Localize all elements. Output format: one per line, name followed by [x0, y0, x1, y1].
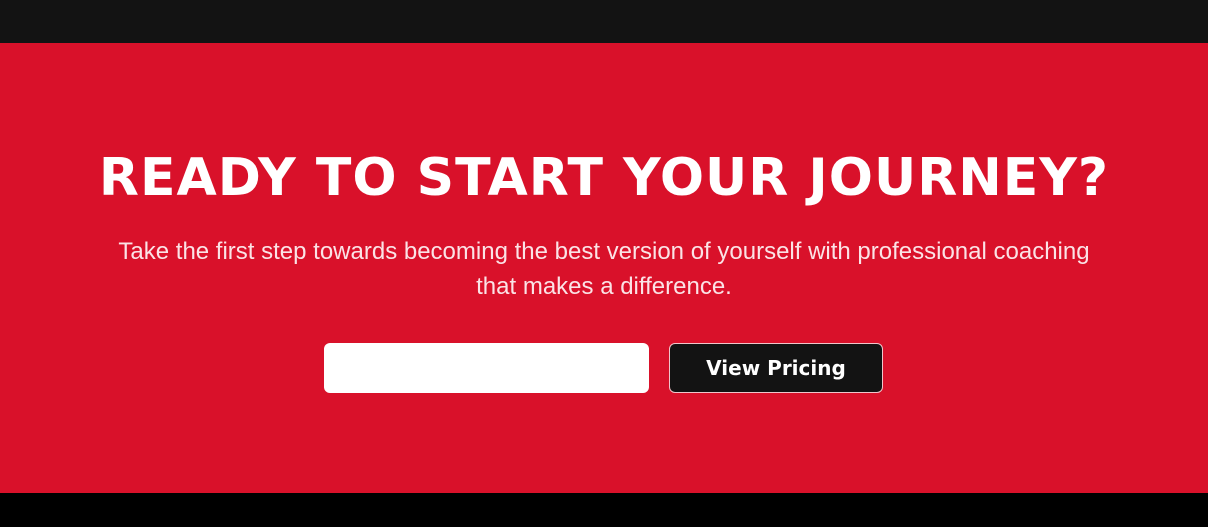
bottom-bar [0, 493, 1208, 527]
cta-subtitle-line-1: Take the first step towards becoming the… [118, 238, 1090, 265]
view-pricing-button[interactable]: View Pricing [669, 343, 883, 393]
email-input[interactable] [324, 343, 649, 393]
cta-subtitle-line-2: that makes a difference. [476, 273, 732, 300]
cta-section: READY TO START YOUR JOURNEY? Take the fi… [0, 43, 1208, 493]
cta-title: READY TO START YOUR JOURNEY? [98, 148, 1110, 208]
top-bar [0, 0, 1208, 43]
cta-actions: View Pricing [0, 343, 1208, 393]
cta-subtitle: Take the first step towards becoming the… [80, 234, 1128, 304]
